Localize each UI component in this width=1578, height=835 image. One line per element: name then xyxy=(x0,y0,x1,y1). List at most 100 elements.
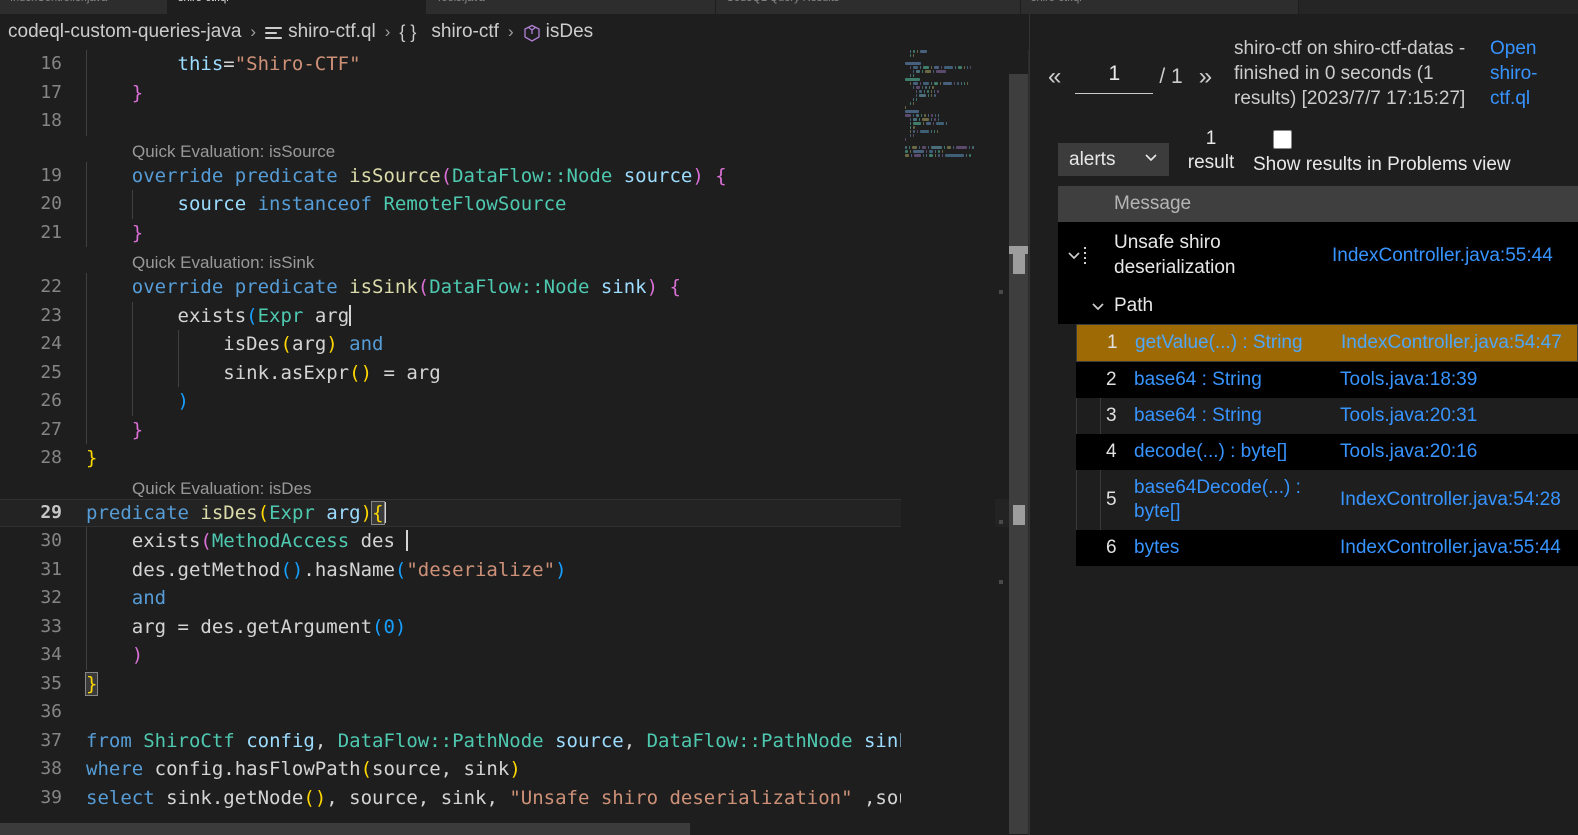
code-line[interactable]: 38where config.hasFlowPath(source, sink) xyxy=(0,755,1029,784)
breadcrumb-item[interactable]: isDes xyxy=(523,21,594,43)
code-token: .hasName xyxy=(303,559,395,581)
code-lens[interactable]: Quick Evaluation: isSink xyxy=(0,247,1029,273)
minimap-token xyxy=(964,66,965,69)
editor-tab[interactable]: shiro-ctf.ql xyxy=(168,0,426,14)
code-line[interactable]: 36 xyxy=(0,698,1029,727)
path-step-row[interactable]: 6bytesIndexController.java:55:44 xyxy=(1076,530,1578,566)
code-line[interactable]: 19 override predicate isSource(DataFlow:… xyxy=(0,162,1029,191)
minimap-token xyxy=(934,94,936,97)
code-token xyxy=(372,193,383,215)
minimap-token xyxy=(913,98,914,101)
code-line[interactable]: 37from ShiroCtf config, DataFlow::PathNo… xyxy=(0,727,1029,756)
prev-page-button[interactable]: « xyxy=(1038,65,1071,89)
editor-tab[interactable]: Tools.java xyxy=(426,0,716,14)
minimap-token xyxy=(938,118,939,121)
minimap-token xyxy=(913,134,914,137)
minimap-token xyxy=(913,126,915,129)
code-token: ) xyxy=(361,502,372,524)
code-token: , xyxy=(441,758,464,780)
next-page-button[interactable]: » xyxy=(1189,65,1222,89)
code-text: and xyxy=(86,584,166,613)
minimap-token xyxy=(910,66,911,69)
results-controls: alerts#select 1 result Show results in P… xyxy=(1030,121,1578,186)
minimap-token xyxy=(969,154,971,157)
alert-row[interactable]: Unsafe shiro deserialization IndexContro… xyxy=(1058,222,1578,288)
code-line[interactable]: 25 sink.asExpr() = arg xyxy=(0,359,1029,388)
minimap-token xyxy=(961,82,962,85)
code-line[interactable]: 33 arg = des.getArgument(0) xyxy=(0,613,1029,642)
editor-tab[interactable]: IndexController.java xyxy=(0,0,168,14)
path-step-location-link[interactable]: Tools.java:20:31 xyxy=(1340,404,1477,428)
path-step-location-link[interactable]: IndexController.java:55:44 xyxy=(1340,536,1561,560)
code-line[interactable]: 31 des.getMethod().hasName("deserialize"… xyxy=(0,556,1029,585)
code-line[interactable]: 32 and xyxy=(0,584,1029,613)
editor-tab[interactable]: CodeQL Query Results xyxy=(716,0,1021,14)
path-step-name[interactable]: base64 : String xyxy=(1134,368,1340,392)
path-step-name[interactable]: base64 : String xyxy=(1134,404,1340,428)
path-step-row[interactable]: 1getValue(...) : StringIndexController.j… xyxy=(1076,324,1578,362)
minimap-line xyxy=(901,138,995,141)
path-step-location-link[interactable]: Tools.java:18:39 xyxy=(1340,368,1477,392)
path-step-row[interactable]: 4decode(...) : byte[]Tools.java:20:16 xyxy=(1076,434,1578,470)
code-line[interactable]: 20 source instanceof RemoteFlowSource xyxy=(0,190,1029,219)
breadcrumb-item[interactable]: shiro-ctf.ql xyxy=(265,21,376,43)
code-line[interactable]: 16 this="Shiro-CTF" xyxy=(0,50,1029,79)
page-number-input[interactable] xyxy=(1075,60,1153,94)
breadcrumb-item[interactable]: { }shiro-ctf xyxy=(399,21,499,43)
path-step-name[interactable]: getValue(...) : String xyxy=(1135,331,1341,355)
chevron-down-icon[interactable] xyxy=(1088,296,1108,316)
path-row[interactable]: Path xyxy=(1058,288,1578,324)
code-line[interactable]: 28} xyxy=(0,444,1029,473)
path-step-location-link[interactable]: IndexController.java:54:47 xyxy=(1341,331,1562,355)
code-line[interactable]: 30 exists(MethodAccess des xyxy=(0,527,1029,556)
editor-tab[interactable]: shiro-ctf.ql xyxy=(1021,0,1299,14)
minimap-line xyxy=(901,130,995,133)
code-lens[interactable]: Quick Evaluation: isDes xyxy=(0,473,1029,499)
code-line[interactable]: 18 xyxy=(0,107,1029,136)
path-step-row[interactable]: 3base64 : StringTools.java:20:31 xyxy=(1076,398,1578,434)
code-line[interactable]: 39select sink.getNode(), source, sink, "… xyxy=(0,784,1029,813)
minimap-token xyxy=(938,154,940,157)
code-content[interactable]: 16 this="Shiro-CTF"17 }18Quick Evaluatio… xyxy=(0,50,1029,835)
code-line[interactable]: 27 } xyxy=(0,416,1029,445)
code-line[interactable]: 29predicate isDes(Expr arg){ xyxy=(0,499,1029,528)
code-lens[interactable]: Quick Evaluation: isSource xyxy=(0,136,1029,162)
code-line[interactable]: 34 ) xyxy=(0,641,1029,670)
minimap-line xyxy=(901,62,995,65)
code-line[interactable]: 26 ) xyxy=(0,387,1029,416)
code-token xyxy=(235,730,246,752)
code-line[interactable]: 22 override predicate isSink(DataFlow::N… xyxy=(0,273,1029,302)
path-step-row[interactable]: 2base64 : StringTools.java:18:39 xyxy=(1076,362,1578,398)
breadcrumb-item[interactable]: codeql-custom-queries-java xyxy=(8,21,241,43)
path-step-name[interactable]: base64Decode(...) : byte[] xyxy=(1134,476,1340,524)
result-set-select[interactable]: alerts#select xyxy=(1058,143,1169,176)
scrollbar-thumb[interactable] xyxy=(1009,74,1029,834)
alert-location-link[interactable]: IndexController.java:55:44 xyxy=(1332,243,1553,268)
editor-vertical-scrollbar[interactable] xyxy=(1009,50,1029,835)
minimap-token xyxy=(913,102,914,105)
minimap-token xyxy=(912,146,917,149)
path-step-location-link[interactable]: Tools.java:20:16 xyxy=(1340,440,1477,464)
code-line[interactable]: 24 isDes(arg) and xyxy=(0,330,1029,359)
editor-horizontal-scrollbar[interactable] xyxy=(0,823,915,835)
hscrollbar-thumb[interactable] xyxy=(0,823,690,835)
code-line[interactable]: 35} xyxy=(0,670,1029,699)
path-step-location-link[interactable]: IndexController.java:54:28 xyxy=(1340,488,1561,512)
code-token xyxy=(86,333,223,355)
minimap-token xyxy=(910,130,911,133)
minimap-token xyxy=(916,86,920,89)
code-line[interactable]: 23 exists(Expr arg xyxy=(0,302,1029,331)
path-step-row[interactable]: 5base64Decode(...) : byte[]IndexControll… xyxy=(1076,470,1578,530)
minimap-token xyxy=(942,150,943,153)
path-step-name[interactable]: bytes xyxy=(1134,536,1340,560)
minimap-token xyxy=(956,146,967,149)
show-in-problems-checkbox[interactable] xyxy=(1273,130,1292,149)
path-step-name[interactable]: decode(...) : byte[] xyxy=(1134,440,1340,464)
chevron-down-icon[interactable] xyxy=(1064,245,1084,265)
code-line[interactable]: 17 } xyxy=(0,79,1029,108)
minimap-token xyxy=(935,154,936,157)
open-query-link[interactable]: Open shiro-ctf.ql xyxy=(1490,36,1552,111)
code-line[interactable]: 21 } xyxy=(0,219,1029,248)
minimap[interactable] xyxy=(901,50,995,835)
breadcrumb-label: shiro-ctf.ql xyxy=(288,21,376,43)
